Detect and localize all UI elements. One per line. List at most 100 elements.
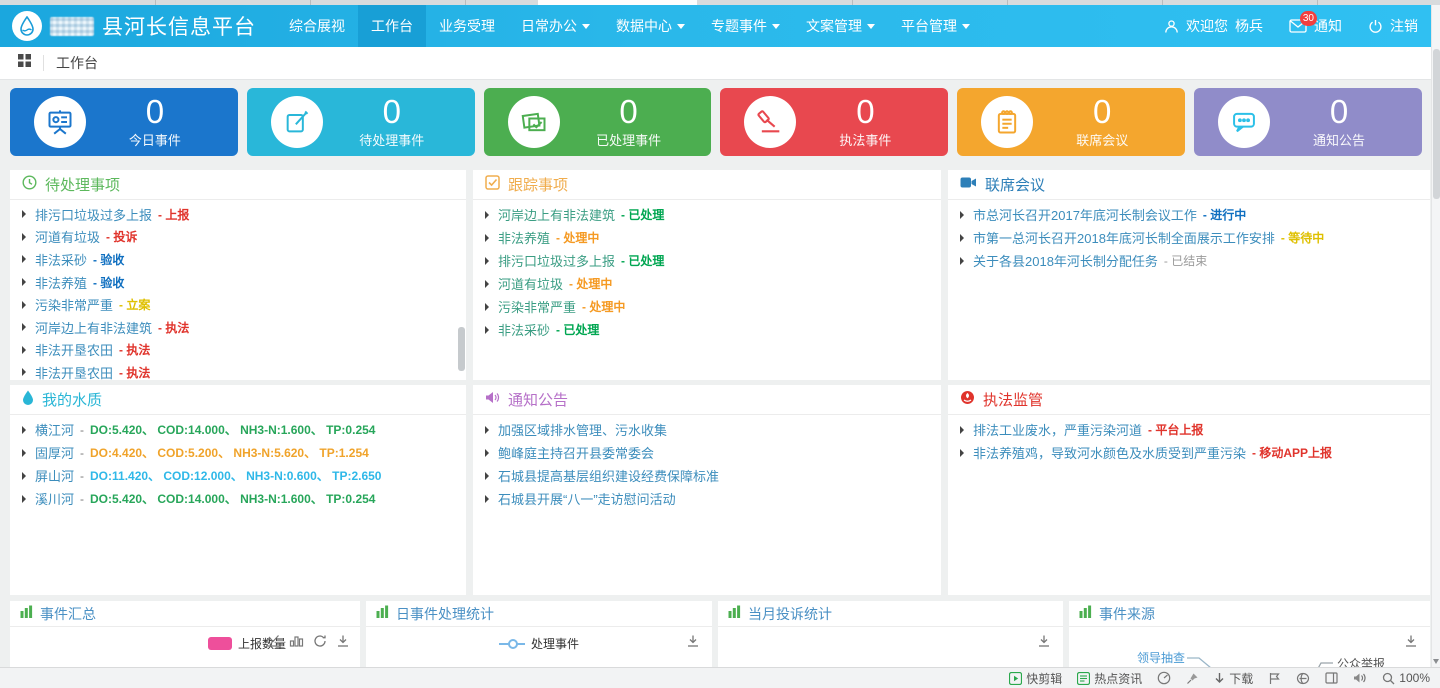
legend-swatch: [208, 637, 232, 650]
list-item[interactable]: 加强区域排水管理、污水收集: [485, 418, 929, 441]
list-item[interactable]: 非法养殖- 处理中: [485, 226, 929, 249]
presentation-board-icon: [34, 96, 86, 148]
zoom-control[interactable]: 100%: [1382, 671, 1430, 685]
refresh-icon[interactable]: [313, 634, 327, 648]
caret-right-icon: [22, 301, 26, 309]
menu-item-overview[interactable]: 综合展视: [276, 5, 358, 47]
list-item[interactable]: 河道有垃圾- 处理中: [485, 272, 929, 295]
list-item[interactable]: 横江河-DO:5.420、 COD:14.000、 NH3-N:1.600、 T…: [22, 418, 454, 441]
caret-right-icon: [22, 368, 26, 376]
water-metrics: DO:4.420、 COD:5.200、 NH3-N:5.620、 TP:1.2…: [90, 444, 369, 461]
menu-item-business[interactable]: 业务受理: [426, 5, 508, 47]
user-icon: [1164, 19, 1179, 34]
hot-news-button[interactable]: 热点资讯: [1077, 670, 1142, 687]
list-item[interactable]: 污染非常严重- 立案: [22, 293, 454, 316]
sidebar-toggle-button[interactable]: [1325, 672, 1338, 684]
stat-card-pending-events[interactable]: 0待处理事件: [247, 88, 475, 156]
list-item[interactable]: 非法养殖- 验收: [22, 271, 454, 294]
river-name: 屏山河: [35, 466, 74, 485]
stat-card-notices[interactable]: 0通知公告: [1194, 88, 1422, 156]
stat-card-enforcement-events[interactable]: 0执法事件: [720, 88, 948, 156]
list-item[interactable]: 非法采砂- 验收: [22, 248, 454, 271]
menu-item-platform-mgmt[interactable]: 平台管理: [888, 5, 983, 47]
ie-mode-button[interactable]: [1296, 672, 1310, 685]
list-item[interactable]: 排法工业废水，严重污染河道- 平台上报: [960, 418, 1418, 441]
list-item[interactable]: 污染非常严重- 处理中: [485, 295, 929, 318]
caret-right-icon: [485, 495, 489, 503]
bar-chart-toggle-icon[interactable]: [289, 634, 304, 648]
list-item[interactable]: 市第一总河长召开2018年底河长制全面展示工作安排- 等待中: [960, 226, 1418, 249]
list-item[interactable]: 非法开垦农田- 执法: [22, 361, 454, 380]
zoom-level: 100%: [1399, 671, 1430, 685]
stat-card-processed-events[interactable]: 0已处理事件: [484, 88, 712, 156]
page-title: 工作台: [56, 53, 98, 73]
caret-right-icon: [485, 426, 489, 434]
list-item[interactable]: 排污口垃圾过多上报- 已处理: [485, 249, 929, 272]
breadcrumb-divider: [43, 55, 44, 71]
speed-mode-button[interactable]: [1157, 671, 1171, 685]
brand[interactable]: 县河长信息平台: [0, 11, 270, 41]
list-item[interactable]: 非法养殖鸡，导致河水颜色及水质受到严重污染- 移动APP上报: [960, 441, 1418, 464]
list-item[interactable]: 河岸边上有非法建筑- 执法: [22, 316, 454, 339]
grid-menu-icon[interactable]: [18, 54, 31, 72]
scrollbar-down-arrow[interactable]: [1433, 659, 1439, 664]
download-icon[interactable]: [1404, 634, 1418, 648]
status-badge: - 等待中: [1281, 229, 1324, 246]
download-icon[interactable]: [1037, 634, 1051, 648]
list-item[interactable]: 鲍峰庭主持召开县委常委会: [485, 441, 929, 464]
breadcrumb: 工作台: [0, 47, 1431, 80]
list-item[interactable]: 排污口垃圾过多上报- 上报: [22, 203, 454, 226]
menu-item-workbench[interactable]: 工作台: [358, 5, 426, 47]
panel-scrollbar[interactable]: [458, 202, 465, 377]
caret-right-icon: [485, 211, 489, 219]
list-item[interactable]: 非法采砂- 已处理: [485, 318, 929, 341]
list-item[interactable]: 河道有垃圾- 投诉: [22, 226, 454, 249]
menu-item-data-center[interactable]: 数据中心: [603, 5, 698, 47]
list-item[interactable]: 溪川河-DO:5.420、 COD:14.000、 NH3-N:1.600、 T…: [22, 487, 454, 510]
list-item[interactable]: 石城县开展“八一”走访慰问活动: [485, 487, 929, 510]
notifications-button[interactable]: 30 通知: [1289, 16, 1342, 36]
caret-right-icon: [485, 280, 489, 288]
water-drop-icon: [22, 390, 34, 410]
quick-edit-button[interactable]: 快剪辑: [1009, 670, 1062, 687]
status-badge: - 上报: [158, 206, 189, 223]
list-item[interactable]: 关于各县2018年河长制分配任务- 已结束: [960, 249, 1418, 272]
stat-value: 0: [1033, 95, 1171, 130]
list-item[interactable]: 非法开垦农田- 执法: [22, 339, 454, 362]
download-icon[interactable]: [686, 634, 700, 648]
water-metrics: DO:5.420、 COD:14.000、 NH3-N:1.600、 TP:0.…: [90, 421, 375, 438]
list-item[interactable]: 屏山河-DO:11.420、 COD:12.000、 NH3-N:0.600、 …: [22, 464, 454, 487]
panel-my-water-quality: 我的水质 横江河-DO:5.420、 COD:14.000、 NH3-N:1.6…: [10, 385, 466, 595]
window-icon: [1325, 672, 1338, 684]
browser-status-bar: 快剪辑 热点资讯 下载 100%: [0, 667, 1440, 688]
list-item[interactable]: 市总河长召开2017年底河长制会议工作- 进行中: [960, 203, 1418, 226]
page-scrollbar[interactable]: [1431, 5, 1440, 667]
panel-notices: 通知公告 加强区域排水管理、污水收集 鲍峰庭主持召开县委常委会 石城县提高基层组…: [473, 385, 941, 595]
stat-card-joint-meetings[interactable]: 0联席会议: [957, 88, 1185, 156]
menu-item-daily-office[interactable]: 日常办公: [508, 5, 603, 47]
chat-bubble-icon: [1218, 96, 1270, 148]
list-item[interactable]: 河岸边上有非法建筑- 已处理: [485, 203, 929, 226]
feedback-button[interactable]: [1268, 672, 1281, 685]
legend-processed-events[interactable]: 处理事件: [366, 635, 712, 652]
caret-right-icon: [22, 210, 26, 218]
user-welcome: 欢迎您 杨兵: [1164, 16, 1263, 36]
list-item[interactable]: 固厚河-DO:4.420、 COD:5.200、 NH3-N:5.620、 TP…: [22, 441, 454, 464]
list-item[interactable]: 石城县提高基层组织建设经费保障标准: [485, 464, 929, 487]
ie-icon: [1296, 672, 1310, 685]
scrollbar-thumb[interactable]: [1433, 49, 1440, 199]
stat-card-today-events[interactable]: 0今日事件: [10, 88, 238, 156]
logout-button[interactable]: 注销: [1368, 16, 1418, 36]
scrollbar-thumb[interactable]: [458, 327, 465, 371]
downloads-button[interactable]: 下载: [1214, 670, 1253, 687]
menu-item-special-events[interactable]: 专题事件: [698, 5, 793, 47]
caret-right-icon: [485, 326, 489, 334]
speedometer-icon: [1157, 671, 1171, 685]
pin-button[interactable]: [1186, 672, 1199, 685]
status-badge: - 已处理: [621, 252, 664, 269]
download-icon[interactable]: [336, 634, 350, 648]
sound-button[interactable]: [1353, 672, 1367, 684]
news-icon: [1077, 672, 1090, 685]
menu-item-document-mgmt[interactable]: 文案管理: [793, 5, 888, 47]
line-chart-toggle-icon[interactable]: [265, 634, 280, 648]
